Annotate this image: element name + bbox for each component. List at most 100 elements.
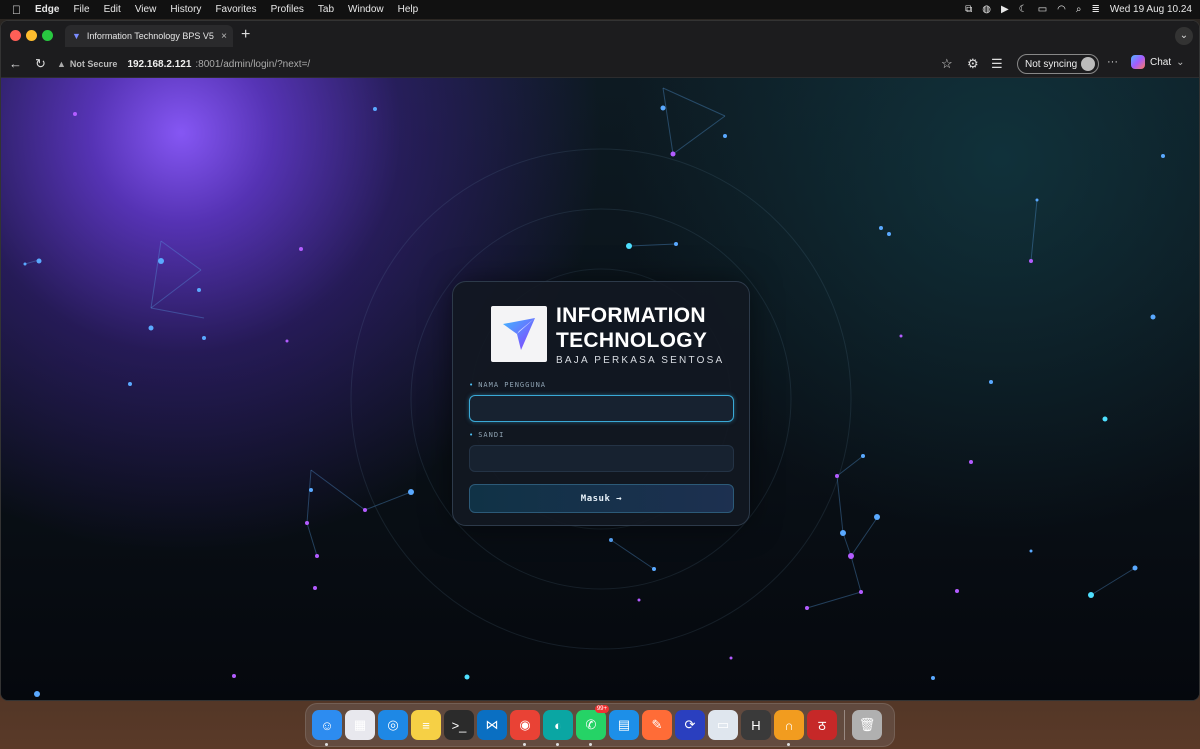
menu-history[interactable]: History xyxy=(170,4,201,15)
tab-title: Information Technology BPS V5 xyxy=(86,31,214,41)
app-blue-icon[interactable]: ⟳ xyxy=(675,710,705,740)
tab-active[interactable]: ▼ Information Technology BPS V5 × xyxy=(65,25,233,47)
tab-close-icon[interactable]: × xyxy=(221,31,227,42)
bullet-icon: • xyxy=(469,381,475,389)
minimize-window-button[interactable] xyxy=(26,30,37,41)
running-indicator xyxy=(589,743,592,746)
dock-glyph: ⋈ xyxy=(485,717,499,732)
chevron-down-icon: ⌄ xyxy=(1176,56,1185,68)
favorites-list-icon[interactable]: ☰ xyxy=(991,56,1003,72)
password-label: • SANDI xyxy=(469,431,504,439)
h-app-icon[interactable]: H xyxy=(741,710,771,740)
logo-arrow-icon xyxy=(503,318,535,350)
tab-strip: ▼ Information Technology BPS V5 × + ⌄ xyxy=(1,21,1199,50)
login-page: INFORMATION TECHNOLOGY BAJA PERKASA SENT… xyxy=(1,78,1199,700)
postman-icon[interactable]: ✎ xyxy=(642,710,672,740)
finder-icon[interactable]: ☺ xyxy=(312,710,342,746)
login-button[interactable]: Masuk → xyxy=(469,484,734,513)
extensions-icon[interactable]: ⚙ xyxy=(967,56,979,72)
running-indicator xyxy=(523,743,526,746)
favorite-star-icon[interactable]: ☆ xyxy=(941,56,953,72)
address-bar[interactable]: ▲ Not Secure 192.168.2.121:8001/admin/lo… xyxy=(57,54,925,74)
refresh-icon[interactable]: ↻ xyxy=(35,56,46,72)
terminal-icon[interactable]: >_ xyxy=(444,710,474,740)
security-status[interactable]: Not Secure xyxy=(70,59,118,69)
tab-actions-chevron-icon[interactable]: ⌄ xyxy=(1175,27,1193,45)
username-label-text: NAMA PENGGUNA xyxy=(478,381,547,389)
menu-edit[interactable]: Edit xyxy=(104,4,121,15)
chrome-icon[interactable]: ◉ xyxy=(510,710,540,746)
bullet-icon: • xyxy=(469,431,475,439)
dock-glyph: ✆ xyxy=(585,717,597,732)
menu-profiles[interactable]: Profiles xyxy=(271,4,304,15)
wifi-icon[interactable]: ◠ xyxy=(1057,4,1066,15)
dock-glyph: ▤ xyxy=(617,717,631,732)
more-menu-icon[interactable]: ··· xyxy=(1107,56,1118,68)
url-path: :8001/admin/login/?next=/ xyxy=(195,58,311,70)
zoom-window-button[interactable] xyxy=(42,30,53,41)
dock-glyph: ◎ xyxy=(387,717,399,732)
menu-app-name[interactable]: Edge xyxy=(35,4,59,15)
menu-favorites[interactable]: Favorites xyxy=(215,4,256,15)
dock-separator xyxy=(844,710,845,740)
headphones-app-icon[interactable]: ∩ xyxy=(774,710,804,746)
control-center-icon[interactable]: ≣ xyxy=(1092,4,1100,15)
dock-glyph: ▭ xyxy=(716,717,730,732)
menu-tab[interactable]: Tab xyxy=(318,4,334,15)
preview-icon[interactable]: ▭ xyxy=(708,710,738,740)
red-app-icon[interactable]: ठ xyxy=(807,710,837,740)
password-input[interactable] xyxy=(469,445,734,472)
dock-glyph: ⟳ xyxy=(684,717,696,732)
new-tab-button[interactable]: + xyxy=(241,26,250,44)
toolbar: ← ↻ ▲ Not Secure 192.168.2.121:8001/admi… xyxy=(1,50,1199,78)
edge-icon[interactable]: ◐ xyxy=(543,710,573,746)
moon-icon[interactable]: ☾ xyxy=(1019,4,1028,15)
play-icon[interactable]: ▶ xyxy=(1001,4,1009,15)
screen-capture-icon[interactable]: ⧉ xyxy=(965,4,972,15)
menu-help[interactable]: Help xyxy=(398,4,419,15)
avatar xyxy=(1081,57,1095,71)
search-icon[interactable]: ⌕ xyxy=(1076,4,1082,15)
vscode-icon[interactable]: ⋈ xyxy=(477,710,507,740)
dock-glyph: ≡ xyxy=(422,717,430,733)
whatsapp-icon[interactable]: ✆ 99+ xyxy=(576,705,609,746)
username-input[interactable] xyxy=(469,395,734,422)
dock-glyph: ठ xyxy=(818,718,826,733)
running-indicator xyxy=(325,743,328,746)
close-window-button[interactable] xyxy=(10,30,21,41)
launchpad-icon[interactable]: ▦ xyxy=(345,710,375,740)
menu-view[interactable]: View xyxy=(135,4,157,15)
dock-glyph: ∩ xyxy=(784,717,794,733)
clock[interactable]: Wed 19 Aug 10.24 xyxy=(1110,4,1192,15)
favicon-icon: ▼ xyxy=(72,31,81,41)
accessibility-icon[interactable]: ◍ xyxy=(982,4,991,15)
desktop:  Edge File Edit View History Favorites … xyxy=(0,0,1200,749)
password-label-text: SANDI xyxy=(478,431,505,439)
copilot-icon xyxy=(1131,55,1145,69)
menu-window[interactable]: Window xyxy=(348,4,384,15)
company-logo xyxy=(491,306,547,362)
dock-glyph: ◉ xyxy=(519,717,531,732)
safari-icon[interactable]: ◎ xyxy=(378,710,408,740)
notes-icon[interactable]: ≡ xyxy=(411,710,441,740)
profile-sync-button[interactable]: Not syncing xyxy=(1017,54,1099,74)
battery-icon[interactable]: ▭ xyxy=(1038,4,1047,15)
back-icon[interactable]: ← xyxy=(9,56,22,71)
warning-icon[interactable]: ▲ xyxy=(57,59,66,69)
dock-glyph: ✎ xyxy=(651,717,663,732)
dock-glyph: ☺ xyxy=(320,717,334,733)
menu-file[interactable]: File xyxy=(73,4,89,15)
trash-icon[interactable]: 🗑 xyxy=(852,710,882,740)
dock-glyph: ◐ xyxy=(554,717,562,733)
notification-badge: 99+ xyxy=(594,705,609,713)
brand-title-line1: INFORMATION xyxy=(556,304,706,327)
docker-icon[interactable]: ▤ xyxy=(609,710,639,740)
chat-label: Chat xyxy=(1150,56,1172,68)
sync-label: Not syncing xyxy=(1025,58,1078,70)
apple-icon[interactable]:  xyxy=(12,3,21,17)
brand-title-line2: TECHNOLOGY xyxy=(556,329,708,352)
copilot-chat-button[interactable]: Chat ⌄ xyxy=(1131,55,1185,69)
dock: ☺ ▦ ◎ ≡ >_ ⋈ ◉ ◐ ✆ 99+ ▤ ✎ ⟳ ▭ H ∩ ठ 🗑 xyxy=(305,703,895,747)
status-area: ⧉ ◍ ▶ ☾ ▭ ◠ ⌕ ≣ Wed 19 Aug 10.24 xyxy=(965,0,1192,19)
dock-glyph: >_ xyxy=(451,717,467,733)
